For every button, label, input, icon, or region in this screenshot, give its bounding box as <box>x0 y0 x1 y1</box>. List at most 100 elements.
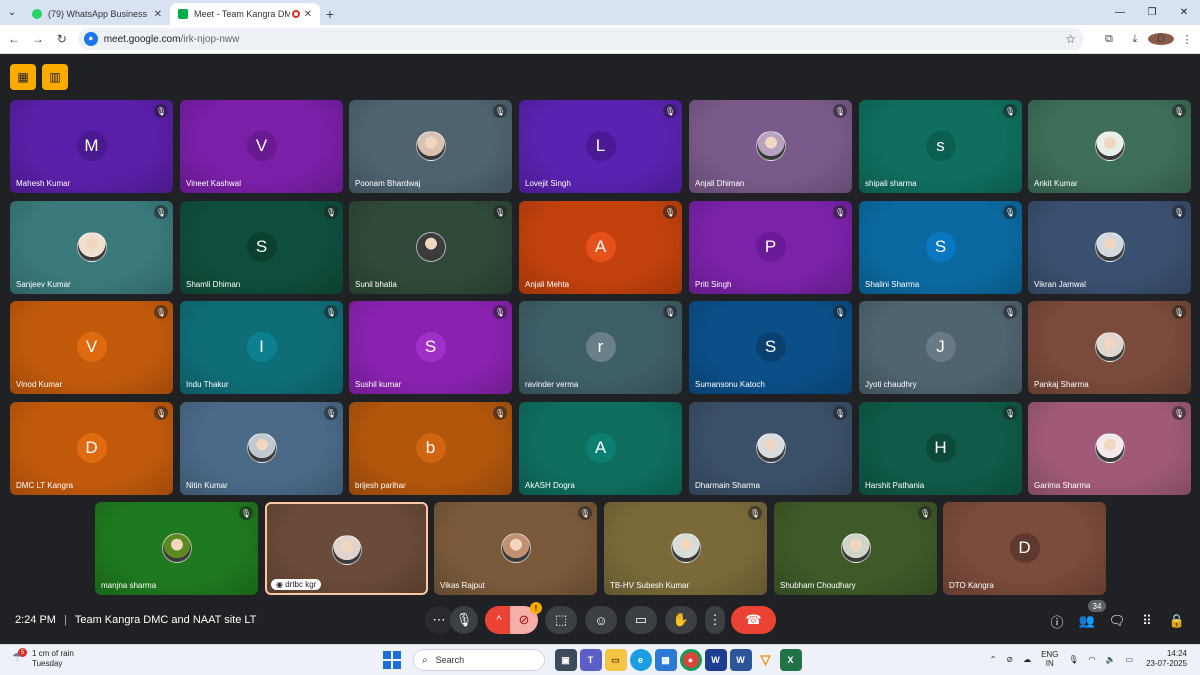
site-info-icon[interactable]: ⏺ <box>83 32 98 46</box>
participant-tile[interactable]: 🎙 Anjali Dhiman <box>689 100 852 193</box>
participant-name: Sunil bhatia <box>355 280 397 289</box>
edge-icon[interactable]: e <box>629 649 652 671</box>
host-controls-lock-icon[interactable]: 🔒 <box>1166 611 1188 631</box>
windows-start-icon[interactable] <box>383 651 401 669</box>
participant-tile[interactable]: 🎙 Poonam Bhardwaj <box>349 100 512 193</box>
address-bar-row: ← → ↻ ⏺ meet.google.com/irk-njop-nww ☆ ⧉… <box>0 25 1200 54</box>
participant-avatar: I <box>246 332 277 362</box>
word-icon[interactable]: W <box>729 649 752 671</box>
clock[interactable]: 14:24 23-07-2025 <box>1146 649 1187 669</box>
participant-tile[interactable]: D DTO Kangra <box>943 502 1106 595</box>
maximize-icon[interactable]: ❐ <box>1136 0 1168 25</box>
onedrive-icon[interactable]: ☁ <box>1023 655 1031 664</box>
chat-icon[interactable]: 🗨 <box>1106 611 1128 631</box>
participant-tile[interactable]: 🎙 Shubham Choudhary <box>774 502 937 595</box>
participant-tile[interactable]: 🎙 TB-HV Subesh Kumar <box>604 502 767 595</box>
taskbar-search[interactable]: ⌕ Search <box>413 649 545 671</box>
participant-tile[interactable]: 🎙 S Shamli Dhiman <box>180 201 343 294</box>
participant-tile[interactable]: ◉ drtbc kgr <box>265 502 428 595</box>
new-tab-button[interactable]: + <box>320 3 340 25</box>
participant-tile[interactable]: 🎙 Vikas Rajput <box>434 502 597 595</box>
tab-meet[interactable]: Meet - Team Kangra DMC a ✕ <box>170 3 320 25</box>
participant-tile[interactable]: 🎙 S Sumansonu Katoch <box>689 301 852 394</box>
activities-icon[interactable]: ▥ <box>42 64 68 90</box>
participant-tile[interactable]: V Vineet Kashwal <box>180 100 343 193</box>
present-screen-button[interactable]: ⬚ <box>545 606 577 634</box>
participant-tile[interactable]: 🎙 H Harshit Pathania <box>859 402 1022 495</box>
reload-icon[interactable]: ↻ <box>50 32 74 46</box>
camera-options-chevron[interactable]: ^ <box>485 606 513 634</box>
participant-tile[interactable]: 🎙 J Jyoti chaudhry <box>859 301 1022 394</box>
participant-tile[interactable]: 🎙 Pankaj Sharma <box>1028 301 1191 394</box>
zoom-app-icon[interactable]: W <box>704 649 727 671</box>
close-window-icon[interactable]: ✕ <box>1168 0 1200 25</box>
microphone-button[interactable]: 🎙 <box>450 606 478 634</box>
profile-button[interactable]: D <box>1147 33 1174 45</box>
leave-call-button[interactable]: ☎ <box>731 606 776 634</box>
participant-avatar <box>415 232 446 262</box>
participant-name: Vinod Kumar <box>16 380 63 389</box>
participant-name: Shalini Sharma <box>865 280 920 289</box>
participant-tile[interactable]: 🎙 Nitin Kumar <box>180 402 343 495</box>
people-icon[interactable]: 👥 <box>1076 611 1098 631</box>
participant-tile[interactable]: 🎙 Dharmain Sharma <box>689 402 852 495</box>
wifi-icon[interactable]: ◠ <box>1089 655 1096 664</box>
more-options-button[interactable]: ⋮ <box>705 606 725 634</box>
camera-tray-icon[interactable]: ⊘ <box>1006 655 1013 664</box>
show-hidden-icons-icon[interactable]: ⌃ <box>990 655 997 664</box>
meeting-details-icon[interactable]: ⓘ <box>1046 611 1068 631</box>
close-tab-icon[interactable]: ✕ <box>304 9 312 20</box>
excel-icon[interactable]: X <box>779 649 802 671</box>
participant-avatar: S <box>925 232 956 262</box>
vlc-icon[interactable]: ▽ <box>755 649 777 671</box>
teams-icon[interactable]: T <box>579 649 602 671</box>
tab-whatsapp[interactable]: (79) WhatsApp Business ✕ <box>24 3 170 25</box>
browser-menu-icon[interactable]: ⋮ <box>1174 33 1200 46</box>
muted-mic-icon: 🎙 <box>1172 406 1186 420</box>
forward-icon[interactable]: → <box>26 32 50 46</box>
task-view-icon[interactable]: ▣ <box>554 649 577 671</box>
download-icon[interactable]: ⤓ <box>1122 33 1148 46</box>
participant-tile[interactable]: A AkASH Dogra <box>519 402 682 495</box>
extensions-icon[interactable]: ⧉ <box>1096 33 1122 46</box>
host-controls-icon[interactable]: ▦ <box>10 64 36 90</box>
participant-tile[interactable]: 🎙 manjna sharma <box>95 502 258 595</box>
tab-search-chevron-icon[interactable]: ⌄ <box>0 0 24 25</box>
participant-tile[interactable]: 🎙 Ankit Kumar <box>1028 100 1191 193</box>
microphone-tray-icon[interactable]: 🎙 <box>1068 655 1078 664</box>
participant-tile[interactable]: 🎙 b brijesh parihar <box>349 402 512 495</box>
bookmark-star-icon[interactable]: ☆ <box>1065 32 1076 46</box>
participant-tile[interactable]: 🎙 A Anjali Mehta <box>519 201 682 294</box>
participant-tile[interactable]: 🎙 S Sushil kumar <box>349 301 512 394</box>
participant-tile[interactable]: 🎙 V Vinod Kumar <box>10 301 173 394</box>
participant-tile[interactable]: 🎙 r ravinder verma <box>519 301 682 394</box>
close-tab-icon[interactable]: ✕ <box>154 9 162 20</box>
participant-tile[interactable]: 🎙 M Mahesh Kumar <box>10 100 173 193</box>
file-explorer-icon[interactable]: ▭ <box>604 649 627 671</box>
participant-tile[interactable]: 🎙 S Shalini Sharma <box>859 201 1022 294</box>
participant-name: DMC LT Kangra <box>16 481 74 490</box>
participant-tile[interactable]: 🎙 Sunil bhatia <box>349 201 512 294</box>
volume-icon[interactable]: 🔈 <box>1106 655 1116 664</box>
url-bar[interactable]: ⏺ meet.google.com/irk-njop-nww ☆ <box>77 28 1084 50</box>
activities-grid-icon[interactable]: ⠿ <box>1136 611 1158 631</box>
chrome-icon[interactable]: ● <box>679 649 702 671</box>
participant-tile[interactable]: 🎙 L Lovejit Singh <box>519 100 682 193</box>
participant-tile[interactable]: 🎙 P Priti Singh <box>689 201 852 294</box>
store-icon[interactable]: ▦ <box>654 649 677 671</box>
raise-hand-button[interactable]: ✋ <box>665 606 697 634</box>
weather-widget[interactable]: ☂ 5 1 cm of rain Tuesday <box>12 648 74 669</box>
language-indicator[interactable]: ENG IN <box>1041 650 1058 668</box>
participant-tile[interactable]: 🎙 Vikran Jamwal <box>1028 201 1191 294</box>
more-reactions-button[interactable]: ⋯ <box>425 606 453 634</box>
participant-tile[interactable]: 🎙 s shipali sharma <box>859 100 1022 193</box>
back-icon[interactable]: ← <box>2 32 26 46</box>
minimize-icon[interactable]: — <box>1104 0 1136 25</box>
participant-tile[interactable]: 🎙 I Indu Thakur <box>180 301 343 394</box>
participant-tile[interactable]: 🎙 Garima Sharma <box>1028 402 1191 495</box>
participant-tile[interactable]: 🎙 Sanjeev Kumar <box>10 201 173 294</box>
captions-button[interactable]: ▭ <box>625 606 657 634</box>
battery-icon[interactable]: ▭ <box>1126 655 1134 664</box>
emoji-reactions-button[interactable]: ☺ <box>585 606 617 634</box>
participant-tile[interactable]: 🎙 D DMC LT Kangra <box>10 402 173 495</box>
